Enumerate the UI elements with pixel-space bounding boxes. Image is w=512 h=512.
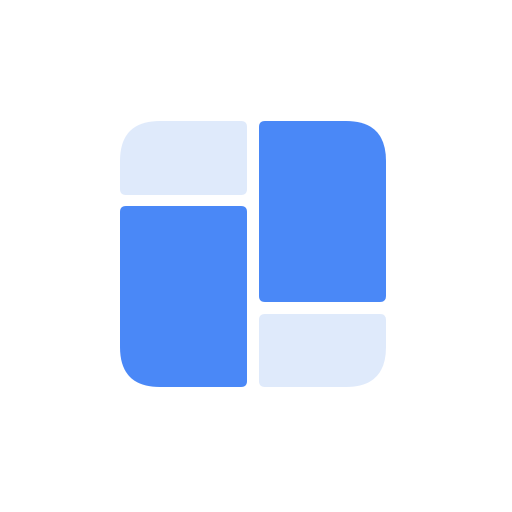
- dashboard-layout-icon: [120, 121, 386, 387]
- bottom-right-tile: [259, 314, 386, 387]
- canvas: [0, 0, 512, 512]
- top-left-tile: [120, 121, 247, 195]
- bottom-left-tile: [120, 206, 247, 387]
- top-right-tile: [259, 121, 386, 302]
